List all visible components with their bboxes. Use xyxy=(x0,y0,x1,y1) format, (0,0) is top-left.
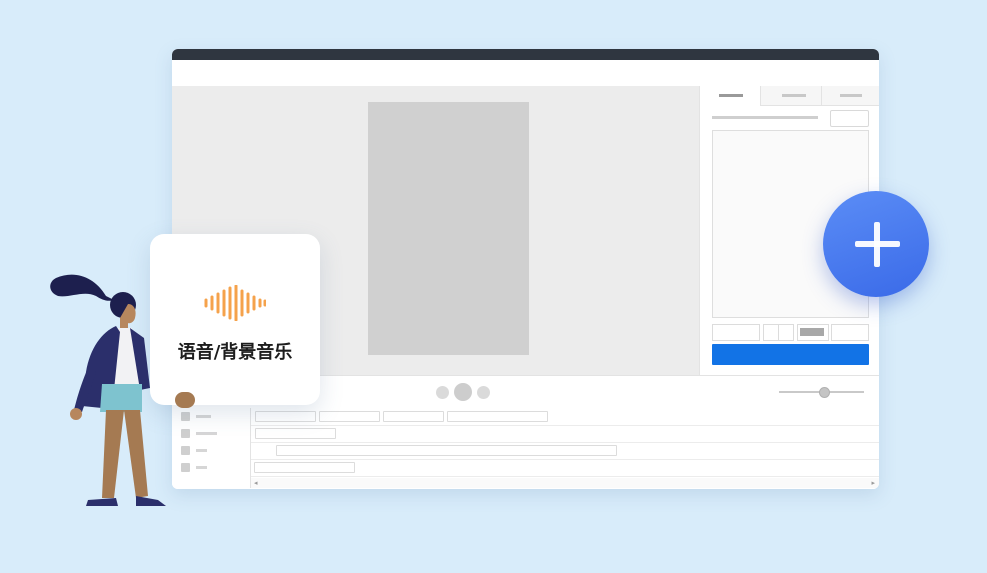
option-toggle-right[interactable] xyxy=(778,324,794,341)
track-row xyxy=(251,408,879,426)
clip[interactable] xyxy=(254,462,355,473)
track-header[interactable] xyxy=(172,425,251,443)
add-button[interactable] xyxy=(823,191,929,297)
scroll-right-icon[interactable]: ▸ xyxy=(871,478,875,488)
title-bar xyxy=(172,49,879,60)
clip[interactable] xyxy=(276,445,617,456)
zoom-slider-handle[interactable] xyxy=(819,387,830,398)
play-button[interactable] xyxy=(454,383,472,401)
clip[interactable] xyxy=(255,428,336,439)
track-row xyxy=(251,425,879,443)
option-selected-box[interactable] xyxy=(797,324,829,341)
track-row xyxy=(251,459,879,477)
scroll-left-icon[interactable]: ◂ xyxy=(254,478,258,488)
tab-3[interactable] xyxy=(821,86,879,105)
clip[interactable] xyxy=(255,411,316,422)
track-header[interactable] xyxy=(172,408,251,426)
hand xyxy=(175,392,195,408)
sound-wave-icon xyxy=(204,285,266,321)
next-button[interactable] xyxy=(477,386,490,399)
track-toggle[interactable] xyxy=(181,412,190,421)
property-label xyxy=(712,116,818,119)
toolbar xyxy=(172,60,879,87)
video-canvas[interactable] xyxy=(368,102,529,355)
feature-card[interactable]: 语音/背景音乐 xyxy=(150,234,320,405)
horizontal-scrollbar[interactable]: ◂ ▸ xyxy=(251,478,879,488)
track-toggle[interactable] xyxy=(181,429,190,438)
panel-tabs xyxy=(700,86,879,106)
track-header xyxy=(172,476,251,488)
apply-button[interactable] xyxy=(712,344,869,365)
option-field-2[interactable] xyxy=(831,324,869,341)
track-toggle[interactable] xyxy=(181,463,190,472)
tab-2[interactable] xyxy=(760,86,822,105)
previous-button[interactable] xyxy=(436,386,449,399)
clip[interactable] xyxy=(319,411,380,422)
tab-1[interactable] xyxy=(700,86,760,106)
option-field-1[interactable] xyxy=(712,324,760,341)
track-toggle[interactable] xyxy=(181,446,190,455)
walking-person-illustration xyxy=(50,274,166,506)
timeline: ◂ ▸ xyxy=(172,408,879,489)
clip[interactable] xyxy=(447,411,548,422)
option-toggle-left[interactable] xyxy=(763,324,779,341)
clip[interactable] xyxy=(383,411,444,422)
feature-title: 语音/背景音乐 xyxy=(177,342,293,363)
track-header[interactable] xyxy=(172,459,251,477)
track-header[interactable] xyxy=(172,442,251,460)
property-input[interactable] xyxy=(830,110,869,127)
track-row xyxy=(251,442,879,460)
